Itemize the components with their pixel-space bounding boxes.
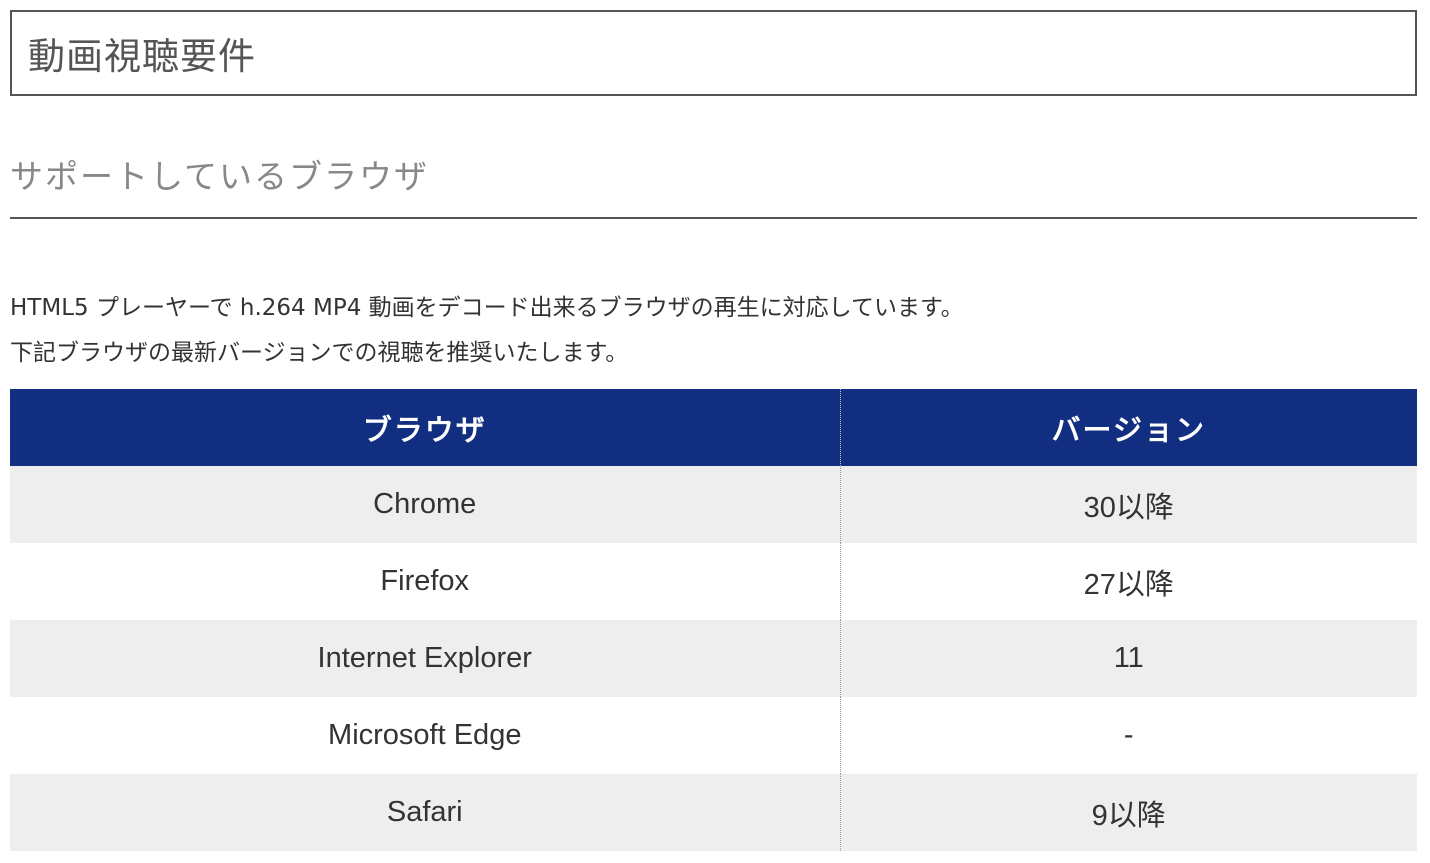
table-row: Chrome 30以降 <box>10 466 1417 543</box>
description-line-1: HTML5 プレーヤーで h.264 MP4 動画をデコード出来るブラウザの再生… <box>10 295 964 321</box>
version-cell: 11 <box>840 620 1417 697</box>
version-cell: 9以降 <box>840 774 1417 851</box>
browser-cell: Internet Explorer <box>10 620 841 697</box>
section-heading: サポートしているブラウザ <box>10 157 430 196</box>
page: 動画視聴要件 サポートしているブラウザ HTML5 プレーヤーで h.264 M… <box>0 0 1430 863</box>
description-line-2: 下記ブラウザの最新バージョンでの視聴を推奨いたします。 <box>10 340 629 366</box>
browser-cell: Microsoft Edge <box>10 697 841 774</box>
browser-cell: Firefox <box>10 543 841 620</box>
version-cell: - <box>840 697 1417 774</box>
section-divider <box>10 217 1417 219</box>
table-row: Microsoft Edge - <box>10 697 1417 774</box>
table-row: Firefox 27以降 <box>10 543 1417 620</box>
page-title: 動画視聴要件 <box>28 35 256 78</box>
version-cell: 30以降 <box>840 466 1417 543</box>
column-header-version: バージョン <box>840 389 1417 466</box>
table-header-row: ブラウザ バージョン <box>10 389 1417 466</box>
browser-cell: Safari <box>10 774 841 851</box>
table-row: Internet Explorer 11 <box>10 620 1417 697</box>
browser-cell: Chrome <box>10 466 841 543</box>
table-row: Safari 9以降 <box>10 774 1417 851</box>
version-cell: 27以降 <box>840 543 1417 620</box>
page-title-box: 動画視聴要件 <box>10 10 1417 96</box>
column-header-browser: ブラウザ <box>10 389 841 466</box>
browser-support-table: ブラウザ バージョン Chrome 30以降 Firefox 27以降 Inte… <box>10 389 1417 851</box>
